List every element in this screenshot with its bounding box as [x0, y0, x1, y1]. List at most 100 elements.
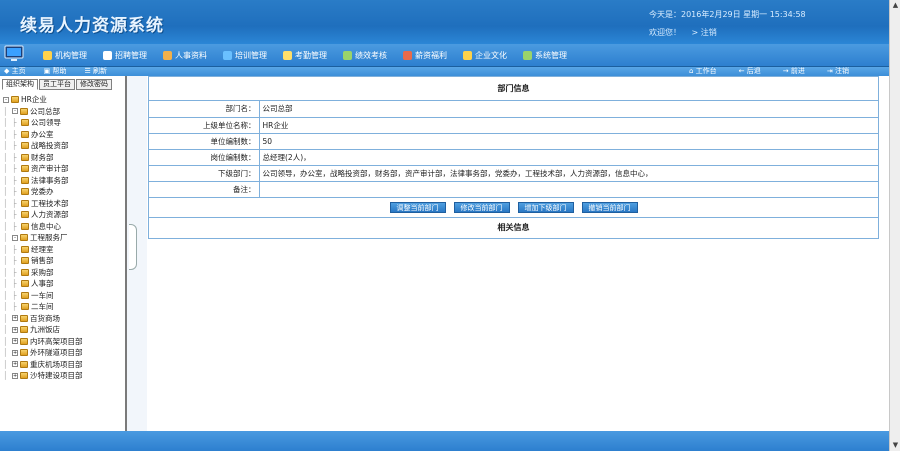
tree-node-label[interactable]: 财务部 [31, 152, 54, 164]
tree-guide: │ [3, 302, 8, 311]
tree-node[interactable]: │ ├ 资产审计部 [3, 163, 125, 175]
table-row: 下级部门： 公司领导，办公室，战略投资部，财务部，资产审计部，法律事务部，党委办，… [149, 165, 878, 182]
tree-node[interactable]: │ ├ 党委办 [3, 186, 125, 198]
left-tab-1[interactable]: 员工平台 [39, 79, 75, 90]
tree-guide: │ [3, 371, 8, 380]
collapse-handle[interactable] [129, 224, 137, 270]
tree-node-label[interactable]: 法律事务部 [31, 175, 69, 187]
menu-item-icon [103, 51, 112, 60]
edit-dept-button[interactable]: 修改当前部门 [453, 201, 510, 213]
tree-node-label[interactable]: 沙特建设项目部 [30, 370, 83, 382]
collapse-icon[interactable]: - [12, 234, 18, 241]
tree-node-label[interactable]: 信息中心 [31, 221, 61, 233]
logout-link[interactable]: > 注销 [692, 28, 717, 37]
tree-node-label[interactable]: 党委办 [31, 186, 54, 198]
tree-node[interactable]: │ + 内环高架项目部 [3, 336, 125, 348]
remove-dept-button[interactable]: 撤销当前部门 [581, 201, 638, 213]
tree-node-label[interactable]: 工程服务厂 [30, 232, 68, 244]
expand-icon[interactable]: + [12, 349, 18, 356]
tree-node[interactable]: │ ├ 信息中心 [3, 221, 125, 233]
tree-node-label[interactable]: 人力资源部 [31, 209, 69, 221]
menu-item-3[interactable]: 培训管理 [223, 50, 267, 61]
sub-link-left-0[interactable]: ◆ 主页 [4, 67, 26, 76]
menu-item-2[interactable]: 人事资料 [163, 50, 207, 61]
tree-node[interactable]: │ + 沙特建设项目部 [3, 370, 125, 382]
tree-node-label[interactable]: 重庆机场项目部 [30, 359, 83, 371]
tree-node-label[interactable]: 人事部 [31, 278, 54, 290]
tree-node-label[interactable]: 采购部 [31, 267, 54, 279]
tree-node[interactable]: │ ├ 战略投资部 [3, 140, 125, 152]
tree-node-label[interactable]: 经理室 [31, 244, 54, 256]
scroll-up-icon[interactable]: ▲ [891, 1, 900, 10]
tree-node-label[interactable]: 公司领导 [31, 117, 61, 129]
tree-node[interactable]: │ ├ 人事部 [3, 278, 125, 290]
tree-node-label[interactable]: HR企业 [21, 94, 47, 106]
vertical-scrollbar[interactable]: ▲ ▼ [889, 0, 900, 451]
menu-item-5[interactable]: 绩效考核 [343, 50, 387, 61]
tree-node[interactable]: │ ├ 人力资源部 [3, 209, 125, 221]
tree-node[interactable]: │ ├ 二车间 [3, 301, 125, 313]
menu-item-4[interactable]: 考勤管理 [283, 50, 327, 61]
panel-splitter[interactable] [127, 76, 147, 431]
tree-node[interactable]: │ ├ 经理室 [3, 244, 125, 256]
tree-node[interactable]: │ - 公司总部 [3, 106, 125, 118]
expand-icon[interactable]: + [12, 361, 18, 368]
collapse-icon[interactable]: - [12, 108, 18, 115]
menu-item-8[interactable]: 系统管理 [523, 50, 567, 61]
tree-node[interactable]: - HR企业 [3, 94, 125, 106]
scroll-down-icon[interactable]: ▼ [891, 441, 900, 450]
tree-node[interactable]: │ ├ 采购部 [3, 267, 125, 279]
tree-node[interactable]: │ ├ 法律事务部 [3, 175, 125, 187]
tree-node-label[interactable]: 公司总部 [30, 106, 60, 118]
expand-icon[interactable]: + [12, 338, 18, 345]
tree-node-label[interactable]: 外环隧道项目部 [30, 347, 83, 359]
tree-node-label[interactable]: 销售部 [31, 255, 54, 267]
tree-node-label[interactable]: 内环高架项目部 [30, 336, 83, 348]
left-tab-0[interactable]: 组织架构 [2, 79, 38, 90]
tree-guide: ├ [12, 118, 17, 127]
sub-link-right-1[interactable]: ← 后退 [739, 67, 761, 76]
tree-node[interactable]: │ + 重庆机场项目部 [3, 359, 125, 371]
sub-link-right-2[interactable]: → 前进 [783, 67, 805, 76]
tree-node-label[interactable]: 一车间 [31, 290, 54, 302]
adjust-dept-button[interactable]: 调整当前部门 [389, 201, 446, 213]
related-info-title: 相关信息 [497, 222, 530, 232]
menu-item-1[interactable]: 招聘管理 [103, 50, 147, 61]
tree-node[interactable]: │ + 百货商场 [3, 313, 125, 325]
tree-node-label[interactable]: 战略投资部 [31, 140, 69, 152]
menu-item-icon [523, 51, 532, 60]
menu-item-0[interactable]: 机构管理 [43, 50, 87, 61]
folder-icon [20, 349, 28, 357]
sub-link-left-2[interactable]: ☰ 刷新 [84, 67, 107, 76]
main-nav: 机构管理 招聘管理 人事资料 培训管理 考勤管理 绩效考核 薪资福利 企业文化 系统管理 [0, 44, 889, 67]
tree-node[interactable]: │ ├ 公司领导 [3, 117, 125, 129]
tree-node-label[interactable]: 工程技术部 [31, 198, 69, 210]
tree-node[interactable]: │ ├ 财务部 [3, 152, 125, 164]
expand-icon[interactable]: + [12, 326, 18, 333]
tree-node-label[interactable]: 百货商场 [30, 313, 60, 325]
tree-node[interactable]: │ ├ 一车间 [3, 290, 125, 302]
tree-node-label[interactable]: 办公室 [31, 129, 54, 141]
tree-node[interactable]: │ ├ 销售部 [3, 255, 125, 267]
tree-node[interactable]: │ + 九洲饭店 [3, 324, 125, 336]
tree-node[interactable]: │ + 外环隧道项目部 [3, 347, 125, 359]
menu-item-7[interactable]: 企业文化 [463, 50, 507, 61]
add-subdept-button[interactable]: 增加下级部门 [517, 201, 574, 213]
sub-link-left-1[interactable]: ▣ 帮助 [44, 67, 67, 76]
tree-node-label[interactable]: 九洲饭店 [30, 324, 60, 336]
folder-icon [20, 360, 28, 368]
sub-link-right-0[interactable]: ⌂ 工作台 [689, 67, 717, 76]
tree-node[interactable]: │ ├ 办公室 [3, 129, 125, 141]
sub-toolbar-left: ◆ 主页 ▣ 帮助 ☰ 刷新 [4, 67, 125, 76]
tree-node[interactable]: │ ├ 工程技术部 [3, 198, 125, 210]
dept-info-title: 部门信息 [149, 77, 878, 101]
menu-item-6[interactable]: 薪资福利 [403, 50, 447, 61]
tree-node-label[interactable]: 资产审计部 [31, 163, 69, 175]
left-tab-2[interactable]: 修改密码 [76, 79, 112, 90]
tree-node[interactable]: │ - 工程服务厂 [3, 232, 125, 244]
expand-icon[interactable]: + [12, 315, 18, 322]
collapse-icon[interactable]: - [3, 96, 9, 103]
sub-link-right-3[interactable]: ⇥ 注销 [827, 67, 849, 76]
tree-node-label[interactable]: 二车间 [31, 301, 54, 313]
expand-icon[interactable]: + [12, 372, 18, 379]
